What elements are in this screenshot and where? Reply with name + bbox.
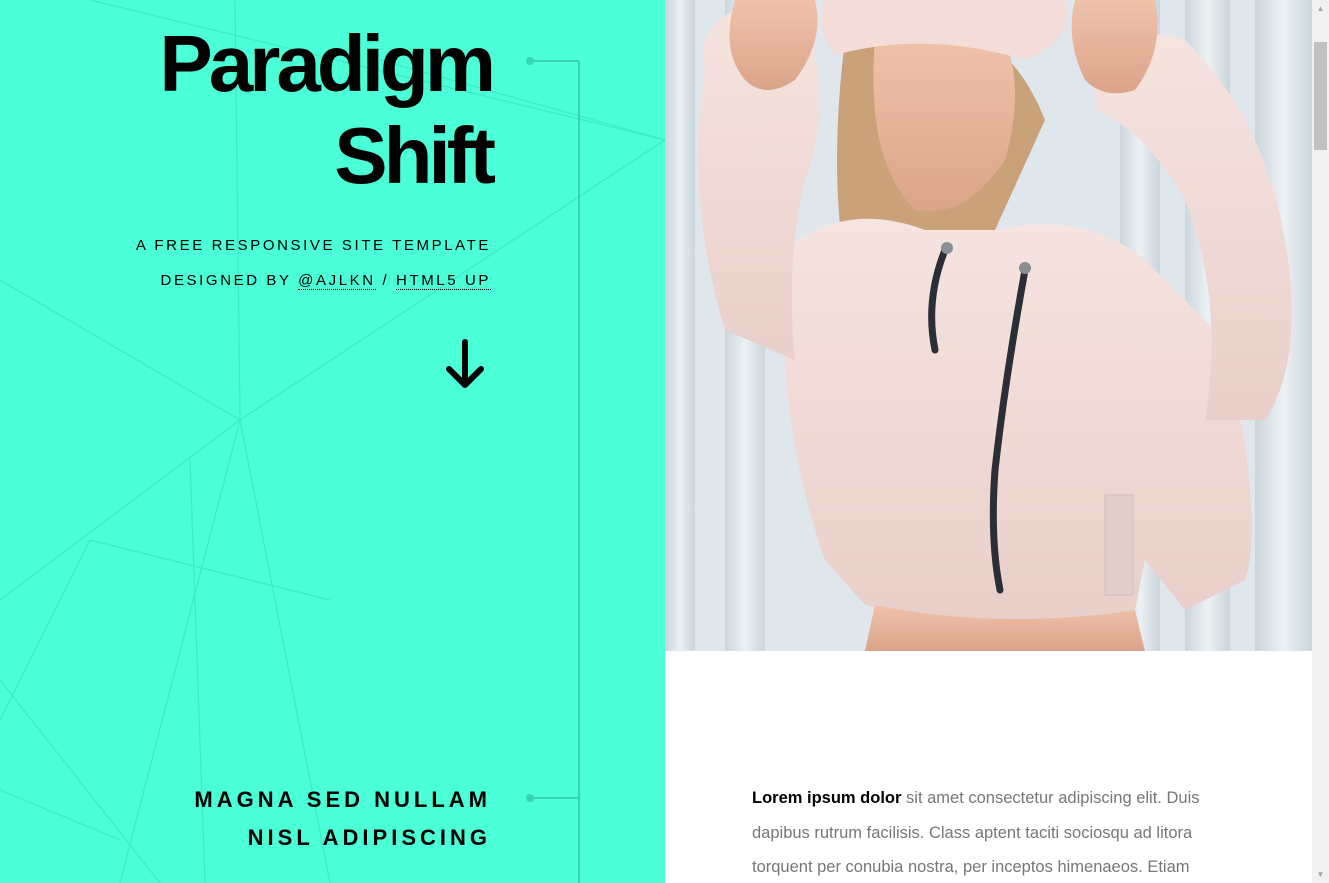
content-panel: Lorem ipsum dolor sit amet consectetur a… <box>665 0 1312 883</box>
subtitle: A free responsive site template Designed… <box>136 228 491 298</box>
credits-separator: / <box>382 272 390 289</box>
scroll-down-icon[interactable]: ▼ <box>1312 866 1329 883</box>
title-line-2: Shift <box>334 111 496 200</box>
scrollbar-thumb[interactable] <box>1314 42 1327 150</box>
intro-paragraph-lead: Lorem ipsum dolor <box>752 789 902 807</box>
title-line-1: Paradigm <box>159 19 496 108</box>
hero-photo <box>665 0 1312 651</box>
section-heading-line-1: Magna sed nullam <box>194 787 491 812</box>
tagline: A free responsive site template <box>135 237 491 254</box>
section-heading: Magna sed nullam nisl adipiscing <box>194 781 491 857</box>
source-link[interactable]: HTML5 UP <box>396 272 491 290</box>
arrow-down-icon[interactable] <box>444 338 486 392</box>
section-heading-line-2: nisl adipiscing <box>247 825 491 850</box>
scroll-up-icon[interactable]: ▲ <box>1312 0 1329 17</box>
author-link[interactable]: @ajlkn <box>298 272 376 290</box>
credits-prefix: Designed by <box>160 272 292 289</box>
intro-panel: Paradigm Shift A free responsive site te… <box>0 0 665 883</box>
page-scrollbar[interactable]: ▲ ▼ <box>1312 0 1329 883</box>
credits: Designed by @ajlkn / HTML5 UP <box>136 263 491 298</box>
page-title: Paradigm Shift <box>159 18 496 202</box>
intro-paragraph: Lorem ipsum dolor sit amet consectetur a… <box>752 781 1232 883</box>
page: Paradigm Shift A free responsive site te… <box>0 0 1329 883</box>
